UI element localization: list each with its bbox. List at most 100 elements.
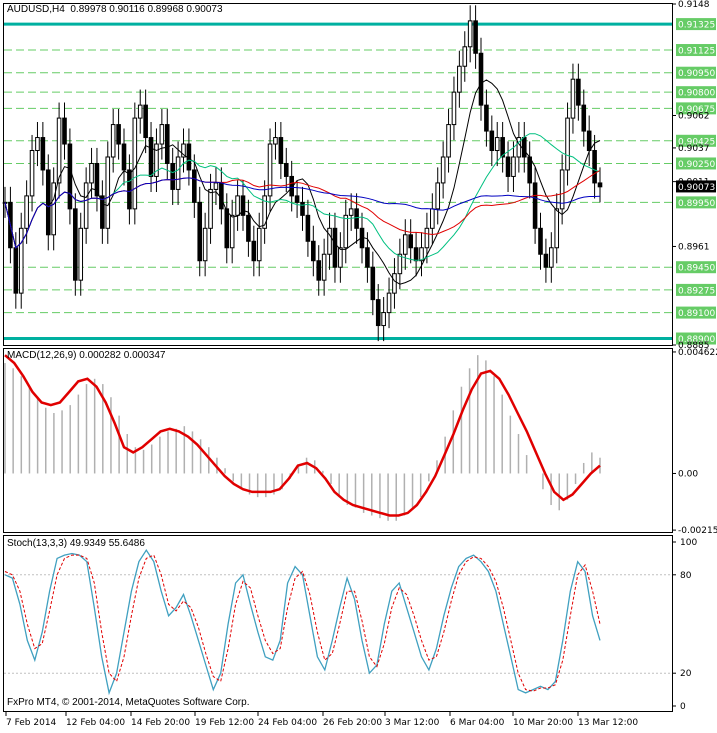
candle-body (386, 292, 392, 314)
macd-pane-frame (3, 348, 673, 533)
candle-body (505, 156, 511, 177)
candle-body (273, 137, 278, 145)
candle-body (402, 234, 408, 255)
candle-body (430, 208, 435, 229)
candle-body (35, 137, 40, 152)
candle-body (256, 227, 262, 262)
candle-body (229, 214, 235, 249)
price-tick-label: 0.9062 (678, 112, 710, 122)
candle-body (62, 117, 67, 145)
candle-body (554, 208, 560, 249)
candle-body (251, 240, 257, 262)
candle-body (192, 169, 197, 203)
time-tick-label: 12 Feb 04:00 (66, 718, 125, 728)
candle-body (311, 240, 316, 262)
price-level-label: 0.89100 (678, 309, 715, 319)
candle-body (83, 182, 89, 229)
candle-body (294, 195, 300, 203)
candle-body (29, 150, 35, 197)
candle-body (116, 124, 121, 145)
price-tick-label: 0.9037 (678, 144, 710, 154)
current-price-label: 0.90073 (678, 183, 715, 193)
candle-body (408, 234, 413, 249)
candle-body (186, 143, 192, 171)
candle-body (300, 201, 305, 216)
candle-body (440, 156, 446, 184)
candle-body (224, 208, 230, 249)
candle-body (484, 104, 489, 132)
candle-body (267, 143, 273, 197)
candle-body (543, 253, 549, 268)
macd-tick-label: 0.004622 (678, 348, 717, 358)
candle-body (40, 137, 46, 171)
candle-body (538, 227, 543, 255)
candle-body (305, 214, 311, 242)
price-tick-label: 0.8961 (678, 242, 710, 252)
candle-body (24, 195, 29, 229)
price-level-label: 0.90250 (678, 160, 715, 170)
candle-body (121, 143, 127, 171)
candle-body (73, 208, 78, 281)
candle-body (56, 117, 62, 184)
price-level-label: 0.89275 (678, 286, 715, 296)
chart-root: 0.91325 0.91125 0.90950 0.90800 0.90675 0.904… (0, 0, 717, 730)
candle-body (451, 91, 457, 126)
candle-body (392, 273, 397, 294)
candle-body (110, 124, 116, 158)
candle-body (457, 65, 462, 93)
chart-header: AUDUSD,H4 0.89978 0.90116 0.89968 0.9007… (7, 4, 223, 15)
candle-body (521, 137, 527, 158)
candle-body (202, 227, 208, 262)
price-tick-label: 0.9148 (678, 0, 710, 10)
stoch-header: Stoch(13,3,3) 49.9349 55.6486 (7, 538, 145, 549)
candle-body (343, 214, 349, 249)
candle-body (45, 169, 51, 236)
price-level-label: 0.90950 (678, 69, 715, 79)
time-tick-label: 26 Feb 20:00 (323, 718, 382, 728)
candle-body (597, 182, 603, 188)
candle-body (532, 182, 538, 229)
candle-body (375, 299, 381, 327)
ohlc-label: 0.89978 0.90116 0.89968 0.90073 (70, 4, 223, 15)
candle-body (462, 46, 468, 67)
candle-body (278, 137, 284, 164)
candle-body (381, 312, 386, 327)
price-level-label: 0.89950 (678, 199, 715, 209)
price-level-label: 0.89450 (678, 264, 715, 274)
candle-body (67, 143, 73, 210)
candle-body (51, 182, 56, 236)
candle-body (89, 162, 94, 184)
candle-body (576, 78, 581, 106)
candle-body (565, 117, 570, 171)
candle-body (365, 247, 370, 268)
time-tick-label: 7 Feb 2014 (6, 718, 57, 728)
candle-body (137, 104, 143, 119)
candle-body (246, 214, 251, 242)
time-axis: 7 Feb 2014 12 Feb 04:00 14 Feb 20:00 19 Feb… (5, 712, 638, 728)
candle-body (494, 137, 500, 152)
candle-body (143, 104, 148, 139)
time-tick-label: 19 Feb 12:00 (195, 718, 254, 728)
price-level-label: 0.90800 (678, 89, 715, 99)
candle-body (219, 182, 224, 210)
macd-tick-label: -0.002154 (678, 526, 717, 536)
price-level-label: 0.91125 (678, 47, 715, 57)
candle-body (581, 104, 587, 132)
candle-body (473, 20, 478, 54)
candle-body (197, 201, 203, 262)
candle-body (213, 182, 219, 190)
candle-body (159, 124, 165, 145)
stoch-tick-label: 80 (680, 571, 692, 581)
candle-body (338, 247, 343, 268)
candle-body (592, 150, 597, 184)
symbol-label: AUDUSD,H4 (7, 4, 65, 15)
time-tick-label: 24 Feb 04:00 (258, 718, 317, 728)
candle-body (397, 253, 403, 275)
candle-body (175, 156, 181, 190)
candle-body (511, 156, 516, 177)
time-tick-label: 3 Mar 12:00 (385, 718, 440, 728)
candle-body (570, 78, 576, 119)
candle-body (413, 247, 419, 262)
candle-body (370, 266, 376, 301)
candle-body (478, 52, 484, 106)
